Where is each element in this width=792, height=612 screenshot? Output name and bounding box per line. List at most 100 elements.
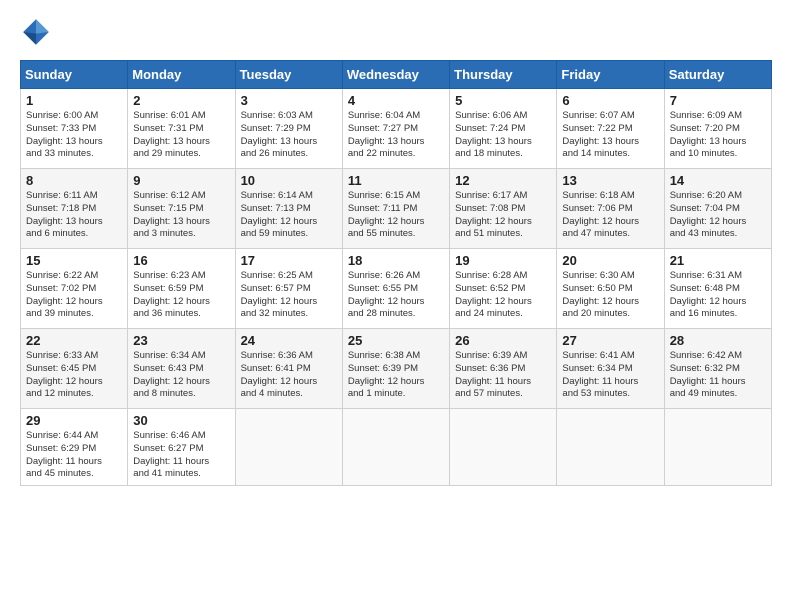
day-info: Sunrise: 6:07 AM Sunset: 7:22 PM Dayligh… (562, 110, 658, 161)
day-cell-18: 18Sunrise: 6:26 AM Sunset: 6:55 PM Dayli… (342, 249, 449, 329)
week-row-5: 29 Sunrise: 6:44 AM Sunset: 6:29 PM Dayli… (21, 409, 772, 486)
day-info: Sunrise: 6:06 AM Sunset: 7:24 PM Dayligh… (455, 110, 551, 161)
day-cell-3: 3Sunrise: 6:03 AM Sunset: 7:29 PM Daylig… (235, 89, 342, 169)
day-cell-25: 25 Sunrise: 6:38 AM Sunset: 6:39 PM Dayli… (342, 329, 449, 409)
day-cell-20: 20 Sunrise: 6:30 AM Sunset: 6:50 PM Dayli… (557, 249, 664, 329)
day-number: 8 (26, 173, 122, 188)
day-info: Sunrise: 6:31 AM Sunset: 6:48 PM Dayligh… (670, 270, 766, 321)
logo-icon (20, 16, 52, 48)
day-number: 1 (26, 93, 122, 108)
day-info: Sunrise: 6:22 AM Sunset: 7:02 PM Dayligh… (26, 270, 122, 321)
day-info: Sunrise: 6:17 AM Sunset: 7:08 PM Dayligh… (455, 190, 551, 241)
day-cell-10: 10 Sunrise: 6:14 AM Sunset: 7:13 PM Dayli… (235, 169, 342, 249)
day-number: 9 (133, 173, 229, 188)
weekday-header-wednesday: Wednesday (342, 61, 449, 89)
day-number: 25 (348, 333, 444, 348)
day-number: 22 (26, 333, 122, 348)
day-cell-27: 27 Sunrise: 6:41 AM Sunset: 6:34 PM Dayli… (557, 329, 664, 409)
weekday-header-sunday: Sunday (21, 61, 128, 89)
day-cell-15: 15 Sunrise: 6:22 AM Sunset: 7:02 PM Dayli… (21, 249, 128, 329)
day-info: Sunrise: 6:36 AM Sunset: 6:41 PM Dayligh… (241, 350, 337, 401)
day-info: Sunrise: 6:44 AM Sunset: 6:29 PM Dayligh… (26, 430, 122, 481)
day-info: Sunrise: 6:20 AM Sunset: 7:04 PM Dayligh… (670, 190, 766, 241)
day-info: Sunrise: 6:30 AM Sunset: 6:50 PM Dayligh… (562, 270, 658, 321)
day-cell-23: 23 Sunrise: 6:34 AM Sunset: 6:43 PM Dayli… (128, 329, 235, 409)
week-row-4: 22 Sunrise: 6:33 AM Sunset: 6:45 PM Dayli… (21, 329, 772, 409)
day-number: 12 (455, 173, 551, 188)
day-number: 29 (26, 413, 122, 428)
day-number: 4 (348, 93, 444, 108)
day-number: 16 (133, 253, 229, 268)
day-number: 30 (133, 413, 229, 428)
day-number: 5 (455, 93, 551, 108)
day-info: Sunrise: 6:04 AM Sunset: 7:27 PM Dayligh… (348, 110, 444, 161)
day-cell-26: 26Sunrise: 6:39 AM Sunset: 6:36 PM Dayli… (450, 329, 557, 409)
calendar-table: SundayMondayTuesdayWednesdayThursdayFrid… (20, 60, 772, 486)
calendar-body: 1 Sunrise: 6:00 AM Sunset: 7:33 PM Daylig… (21, 89, 772, 486)
weekday-row: SundayMondayTuesdayWednesdayThursdayFrid… (21, 61, 772, 89)
day-number: 18 (348, 253, 444, 268)
day-info: Sunrise: 6:11 AM Sunset: 7:18 PM Dayligh… (26, 190, 122, 241)
day-info: Sunrise: 6:15 AM Sunset: 7:11 PM Dayligh… (348, 190, 444, 241)
day-cell-14: 14 Sunrise: 6:20 AM Sunset: 7:04 PM Dayli… (664, 169, 771, 249)
weekday-header-friday: Friday (557, 61, 664, 89)
day-cell-16: 16 Sunrise: 6:23 AM Sunset: 6:59 PM Dayli… (128, 249, 235, 329)
day-number: 10 (241, 173, 337, 188)
day-number: 13 (562, 173, 658, 188)
day-cell-7: 7Sunrise: 6:09 AM Sunset: 7:20 PM Daylig… (664, 89, 771, 169)
day-number: 28 (670, 333, 766, 348)
day-cell-29: 29 Sunrise: 6:44 AM Sunset: 6:29 PM Dayli… (21, 409, 128, 486)
day-cell-28: 28 Sunrise: 6:42 AM Sunset: 6:32 PM Dayli… (664, 329, 771, 409)
logo (20, 16, 56, 48)
day-number: 14 (670, 173, 766, 188)
day-number: 17 (241, 253, 337, 268)
day-number: 19 (455, 253, 551, 268)
day-cell-1: 1 Sunrise: 6:00 AM Sunset: 7:33 PM Daylig… (21, 89, 128, 169)
weekday-header-saturday: Saturday (664, 61, 771, 89)
day-number: 26 (455, 333, 551, 348)
day-number: 3 (241, 93, 337, 108)
day-number: 15 (26, 253, 122, 268)
day-info: Sunrise: 6:23 AM Sunset: 6:59 PM Dayligh… (133, 270, 229, 321)
day-info: Sunrise: 6:34 AM Sunset: 6:43 PM Dayligh… (133, 350, 229, 401)
day-info: Sunrise: 6:41 AM Sunset: 6:34 PM Dayligh… (562, 350, 658, 401)
day-cell-24: 24 Sunrise: 6:36 AM Sunset: 6:41 PM Dayli… (235, 329, 342, 409)
weekday-header-tuesday: Tuesday (235, 61, 342, 89)
day-number: 23 (133, 333, 229, 348)
day-info: Sunrise: 6:01 AM Sunset: 7:31 PM Dayligh… (133, 110, 229, 161)
day-cell-2: 2Sunrise: 6:01 AM Sunset: 7:31 PM Daylig… (128, 89, 235, 169)
empty-cell (557, 409, 664, 486)
day-number: 11 (348, 173, 444, 188)
empty-cell (450, 409, 557, 486)
day-cell-4: 4 Sunrise: 6:04 AM Sunset: 7:27 PM Daylig… (342, 89, 449, 169)
day-number: 6 (562, 93, 658, 108)
empty-cell (664, 409, 771, 486)
day-number: 27 (562, 333, 658, 348)
header (20, 16, 772, 48)
day-info: Sunrise: 6:00 AM Sunset: 7:33 PM Dayligh… (26, 110, 122, 161)
day-cell-12: 12 Sunrise: 6:17 AM Sunset: 7:08 PM Dayli… (450, 169, 557, 249)
weekday-header-monday: Monday (128, 61, 235, 89)
weekday-header-thursday: Thursday (450, 61, 557, 89)
day-cell-19: 19Sunrise: 6:28 AM Sunset: 6:52 PM Dayli… (450, 249, 557, 329)
empty-cell (342, 409, 449, 486)
day-number: 20 (562, 253, 658, 268)
day-cell-8: 8 Sunrise: 6:11 AM Sunset: 7:18 PM Daylig… (21, 169, 128, 249)
day-info: Sunrise: 6:38 AM Sunset: 6:39 PM Dayligh… (348, 350, 444, 401)
day-number: 7 (670, 93, 766, 108)
day-cell-30: 30Sunrise: 6:46 AM Sunset: 6:27 PM Dayli… (128, 409, 235, 486)
empty-cell (235, 409, 342, 486)
week-row-2: 8 Sunrise: 6:11 AM Sunset: 7:18 PM Daylig… (21, 169, 772, 249)
week-row-1: 1 Sunrise: 6:00 AM Sunset: 7:33 PM Daylig… (21, 89, 772, 169)
day-info: Sunrise: 6:18 AM Sunset: 7:06 PM Dayligh… (562, 190, 658, 241)
day-cell-11: 11 Sunrise: 6:15 AM Sunset: 7:11 PM Dayli… (342, 169, 449, 249)
day-number: 24 (241, 333, 337, 348)
week-row-3: 15 Sunrise: 6:22 AM Sunset: 7:02 PM Dayli… (21, 249, 772, 329)
day-cell-6: 6 Sunrise: 6:07 AM Sunset: 7:22 PM Daylig… (557, 89, 664, 169)
day-info: Sunrise: 6:33 AM Sunset: 6:45 PM Dayligh… (26, 350, 122, 401)
day-cell-21: 21Sunrise: 6:31 AM Sunset: 6:48 PM Dayli… (664, 249, 771, 329)
day-info: Sunrise: 6:25 AM Sunset: 6:57 PM Dayligh… (241, 270, 337, 321)
day-cell-9: 9Sunrise: 6:12 AM Sunset: 7:15 PM Daylig… (128, 169, 235, 249)
day-info: Sunrise: 6:42 AM Sunset: 6:32 PM Dayligh… (670, 350, 766, 401)
day-info: Sunrise: 6:14 AM Sunset: 7:13 PM Dayligh… (241, 190, 337, 241)
